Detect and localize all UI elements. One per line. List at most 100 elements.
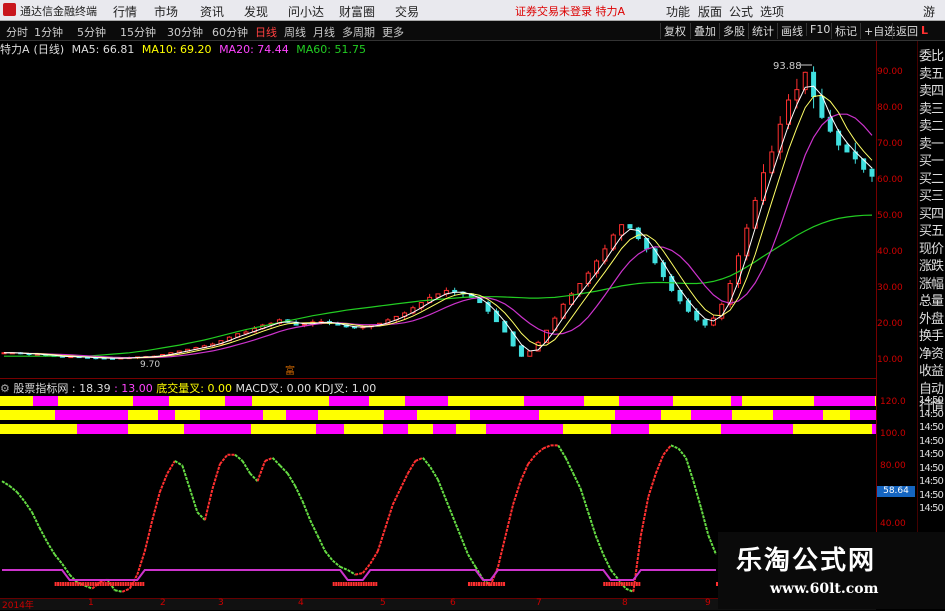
app-logo-icon [3, 3, 16, 16]
bottom-signal-dot [97, 582, 100, 586]
indicator-segment [639, 496, 650, 536]
bottom-signal-dot [608, 582, 611, 586]
restore-rights-button[interactable]: 复权 [660, 23, 689, 39]
indicator-segment [587, 512, 597, 536]
signal-band-segment [742, 396, 814, 406]
indicator-segment [143, 519, 154, 552]
bottom-signal-dot [625, 582, 628, 586]
bottom-signal-dot [72, 582, 75, 586]
menu-item-layout[interactable]: 版面 [698, 3, 722, 20]
bottom-signal-dot [638, 582, 641, 586]
side-panel-label: 买四 [919, 206, 944, 222]
side-panel-label: 总量 [919, 294, 944, 309]
corner-label[interactable]: L [921, 24, 928, 37]
low-price-label: 9.70 [140, 360, 160, 370]
signal-band-segment [316, 424, 344, 434]
overlay-button[interactable]: 叠加 [690, 23, 719, 39]
signal-band-segment [318, 410, 384, 420]
period-timeshare[interactable]: 分时 [6, 24, 28, 40]
date-tick: 8 [622, 598, 628, 608]
period-weekly[interactable]: 周线 [284, 24, 306, 40]
period-60min[interactable]: 60分钟 [212, 24, 248, 40]
indicator-segment [700, 507, 710, 536]
bottom-signal-dot [107, 582, 110, 586]
back-button[interactable]: 返回 [892, 23, 921, 39]
pane-separator [0, 378, 876, 379]
kline-chart[interactable]: 93.88 9.70 富 [0, 55, 876, 377]
menu-item-function[interactable]: 功能 [666, 3, 690, 20]
candle-body [844, 144, 850, 153]
indicator-segment [264, 456, 273, 462]
bottom-signal-dot [620, 582, 623, 586]
signal-band-segment [55, 410, 128, 420]
bottom-signal-dot [99, 582, 102, 586]
signal-band-segment [417, 410, 470, 420]
indicator-segment [572, 472, 582, 490]
side-panel-label: 14:50 [919, 422, 944, 433]
ma10-line [4, 94, 873, 359]
bottom-signal-dot [623, 582, 626, 586]
indicator-segment [256, 460, 266, 482]
indicator-tick: 120.0 [880, 397, 906, 407]
bottom-signal-dot [139, 582, 142, 586]
indicator-segment [452, 516, 462, 537]
period-multi[interactable]: 多周期 [342, 24, 375, 40]
menu-item-trade[interactable]: 交易 [395, 3, 419, 20]
signal-band-segment [433, 424, 456, 434]
period-1min[interactable]: 1分钟 [34, 24, 63, 40]
menu-item-options[interactable]: 选项 [760, 3, 784, 20]
signal-band-segment [773, 410, 823, 420]
signal-band-segment [344, 424, 383, 434]
indicator-segment [219, 454, 229, 465]
menu-item-quotes[interactable]: 行情 [113, 3, 137, 20]
signal-band-segment [286, 410, 318, 420]
indicator-tick: 80.00 [880, 461, 906, 471]
signal-band-segment [58, 396, 133, 406]
signal-band-segment [405, 396, 448, 406]
multi-stock-button[interactable]: 多股 [719, 23, 748, 39]
signal-band-segment [721, 424, 793, 434]
signal-band-segment [563, 424, 611, 434]
indicator-segment [114, 589, 123, 593]
bottom-signal-dot [370, 582, 373, 586]
signal-band-segment [649, 424, 721, 434]
signal-band-segment [850, 410, 876, 420]
indicator-segment [406, 460, 417, 474]
menu-item-news[interactable]: 资讯 [200, 3, 224, 20]
menu-item-formula[interactable]: 公式 [729, 3, 753, 20]
statistics-button[interactable]: 统计 [748, 23, 777, 39]
indicator-segment [46, 541, 56, 555]
bottom-signal-dot [355, 582, 358, 586]
period-toolbar: 分时 1分钟 5分钟 15分钟 30分钟 60分钟 日线 周线 月线 多周期 更… [0, 21, 945, 41]
indicator-segment [444, 497, 454, 518]
period-5min[interactable]: 5分钟 [77, 24, 106, 40]
period-30min[interactable]: 30分钟 [167, 24, 203, 40]
menu-item-discover[interactable]: 发现 [244, 3, 268, 20]
bottom-signal-dot [470, 582, 473, 586]
indicator-segment [707, 535, 717, 555]
period-more[interactable]: 更多 [382, 24, 404, 40]
signal-band-segment [133, 396, 169, 406]
high-price-label: 93.88 [773, 61, 802, 72]
menu-item-ask[interactable]: 问小达 [288, 3, 324, 20]
bottom-signal-dot [57, 582, 60, 586]
bottom-signal-dot [347, 582, 350, 586]
draw-line-button[interactable]: 画线 [777, 23, 806, 39]
side-panel-label[interactable]: 自动 [919, 378, 945, 397]
period-daily[interactable]: 日线 [255, 24, 277, 40]
bottom-signal-dot [64, 582, 67, 586]
bottom-signal-dot [365, 582, 368, 586]
signal-band-segment [486, 424, 563, 434]
indicator-segment [504, 504, 515, 536]
indicator-segment [8, 485, 18, 493]
bottom-signal-dot [127, 582, 130, 586]
period-15min[interactable]: 15分钟 [120, 24, 156, 40]
mark-button[interactable]: 标记 [831, 23, 860, 39]
menu-item-wealth[interactable]: 财富圈 [339, 3, 375, 20]
period-monthly[interactable]: 月线 [313, 24, 335, 40]
bottom-signal-dot [495, 582, 498, 586]
signal-band-segment [814, 396, 875, 406]
indicator-segment [128, 574, 139, 590]
menu-item-market[interactable]: 市场 [154, 3, 178, 20]
f10-button[interactable]: F10 [806, 23, 833, 36]
